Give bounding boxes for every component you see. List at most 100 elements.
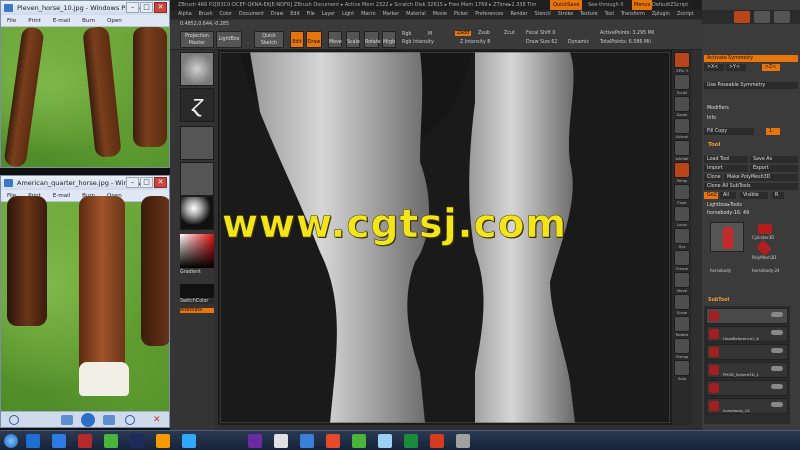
zsub-toggle[interactable]: Zsub [478, 31, 490, 36]
taskbar-app-icon[interactable] [274, 434, 288, 448]
dynamic-toggle[interactable]: Dynamic [568, 40, 589, 45]
menu-burn[interactable]: Burn [82, 15, 95, 26]
export-button[interactable]: Export [750, 165, 798, 172]
menu-print[interactable]: Print [28, 15, 41, 26]
zbrush-menu-color[interactable]: Color [219, 10, 232, 19]
zbrush-menu-tool[interactable]: Tool [605, 10, 614, 19]
menu-email[interactable]: E-mail [53, 15, 70, 26]
rotate-button[interactable]: Rotate [364, 31, 381, 48]
slideshow-button[interactable] [81, 413, 95, 427]
brush-icon[interactable] [180, 52, 214, 86]
shelf-scale-button[interactable]: Scale [674, 294, 690, 315]
lightbox-tools-button[interactable]: Lightbox▸Tools [704, 202, 798, 209]
taskbar-app-icon[interactable] [430, 434, 444, 448]
taskbar-app-icon[interactable] [130, 434, 144, 448]
see-through-slider[interactable]: See-through 0 [588, 0, 624, 10]
m-toggle[interactable]: M [428, 32, 432, 37]
visibility-toggle-icon[interactable] [771, 348, 783, 353]
zbrush-menu-macro[interactable]: Macro [361, 10, 376, 19]
polymesh-thumbnail[interactable] [756, 240, 772, 256]
shelf-floor-button[interactable]: Floor [674, 184, 690, 205]
clone-all-subtools-button[interactable]: Clone All SubTools [704, 183, 798, 190]
taskbar-app-icon[interactable] [326, 434, 340, 448]
zoom-icon[interactable] [9, 415, 19, 425]
edit-button[interactable]: Edit [290, 31, 304, 48]
taskbar-app-icon[interactable] [78, 434, 92, 448]
fill-value[interactable]: 1 [766, 128, 780, 135]
shelf-actual-button[interactable]: Actual [674, 118, 690, 139]
zbrush-menu-render[interactable]: Render [510, 10, 527, 19]
subtool-row[interactable] [706, 380, 788, 396]
visibility-toggle-icon[interactable] [771, 384, 783, 389]
activate-symmetry-button[interactable]: Activate Symmetry [704, 55, 798, 62]
rgb-toggle[interactable]: Rgb [402, 32, 411, 37]
taskbar-app-icon[interactable] [300, 434, 314, 448]
draw-button[interactable]: Draw [306, 31, 322, 48]
taskbar-app-icon[interactable] [156, 434, 170, 448]
shelf-persp-button[interactable]: Persp [674, 162, 690, 183]
modifiers-header[interactable]: Modifiers [704, 105, 798, 112]
zcut-toggle[interactable]: Zcut [504, 31, 515, 36]
save-as-button[interactable]: Save As [750, 156, 798, 163]
close-button[interactable]: ✕ [154, 177, 167, 188]
zbrush-menu-zscript[interactable]: Zscript [677, 10, 694, 19]
maximize-button[interactable]: □ [140, 177, 153, 188]
focal-shift-slider[interactable]: Focal Shift 0 [526, 31, 555, 36]
scroll-icon[interactable] [754, 11, 770, 23]
shelf-transp-button[interactable]: Transp [674, 338, 690, 359]
subtool-row[interactable]: PM3D_Sphere3D_1 [706, 362, 788, 378]
texture-icon[interactable] [180, 162, 214, 196]
shelf-spix-3-button[interactable]: SPix 3 [674, 52, 690, 73]
all-button[interactable]: All [720, 192, 736, 199]
next-icon[interactable] [103, 415, 115, 425]
default-zscript-button[interactable]: DefaultZScript [652, 0, 688, 10]
shelf-xyz-button[interactable]: Xyz [674, 228, 690, 249]
taskbar-app-icon[interactable] [456, 434, 470, 448]
zbrush-menu-layer[interactable]: Layer [322, 10, 335, 19]
subtool-row[interactable]: HeadReference1_6 [706, 326, 788, 342]
zbrush-menu-draw[interactable]: Draw [271, 10, 284, 19]
shelf-scroll-button[interactable]: Scroll [674, 74, 690, 95]
delete-icon[interactable]: ✕ [153, 415, 162, 425]
zbrush-menu-stencil[interactable]: Stencil [535, 10, 551, 19]
menu-file[interactable]: File [7, 15, 16, 26]
lightbox-button[interactable]: LightBox [216, 31, 242, 48]
menus-button[interactable]: Menus [632, 0, 653, 10]
projection-master-button[interactable]: Projection Master [180, 31, 214, 48]
move-button[interactable]: Move [328, 31, 342, 48]
symmetry-z-toggle[interactable]: >Z< [762, 64, 780, 71]
use-poseable-symmetry-button[interactable]: Use Poseable Symmetry [704, 82, 798, 89]
visible-button[interactable]: Visible [740, 192, 768, 199]
start-button[interactable] [4, 434, 18, 448]
close-button[interactable]: ✕ [154, 2, 167, 13]
visibility-toggle-icon[interactable] [771, 402, 783, 407]
menu-email[interactable]: E-mail [53, 190, 70, 201]
z-intensity-slider[interactable]: Z Intensity 8 [460, 40, 490, 45]
symmetry-x-toggle[interactable]: >X< [704, 64, 724, 71]
fill-copy-button[interactable]: Fill Copy [704, 128, 754, 135]
shelf-local-button[interactable]: Local [674, 206, 690, 227]
gradient-label[interactable]: Gradient [180, 270, 201, 275]
make-polymesh-button[interactable]: Make PolyMesh3D [724, 174, 798, 181]
color-swatches[interactable] [180, 284, 214, 298]
zbrush-menu-marker[interactable]: Marker [383, 10, 400, 19]
rgb-intensity-slider[interactable]: Rgb Intensity [402, 40, 434, 45]
minimize-button[interactable]: – [126, 2, 139, 13]
photo-viewer-window-1[interactable]: Pleven_horse_10.jpg - Windows Photo Vie.… [0, 0, 170, 168]
visibility-toggle-icon[interactable] [771, 312, 783, 317]
zbrush-menu-light[interactable]: Light [342, 10, 354, 19]
quicksave-button[interactable]: QuickSave [550, 0, 583, 10]
zbrush-menu-document[interactable]: Document [239, 10, 264, 19]
subtool-row[interactable]: horsebody_24 [706, 398, 788, 414]
tool-header[interactable]: Tool [708, 142, 720, 148]
shelf-zoom-button[interactable]: Zoom [674, 96, 690, 117]
visibility-toggle-icon[interactable] [771, 366, 783, 371]
import-button[interactable]: Import [704, 165, 748, 172]
subtool-row[interactable] [706, 308, 788, 324]
zbrush-menu-alpha[interactable]: Alpha [178, 10, 192, 19]
zbrush-menu-edit[interactable]: Edit [290, 10, 299, 19]
material-icon[interactable] [180, 196, 214, 230]
shelf-move-button[interactable]: Move [674, 272, 690, 293]
info-header[interactable]: Info [704, 115, 798, 122]
current-tool-name[interactable]: horsebody-16. 49 [704, 210, 798, 217]
